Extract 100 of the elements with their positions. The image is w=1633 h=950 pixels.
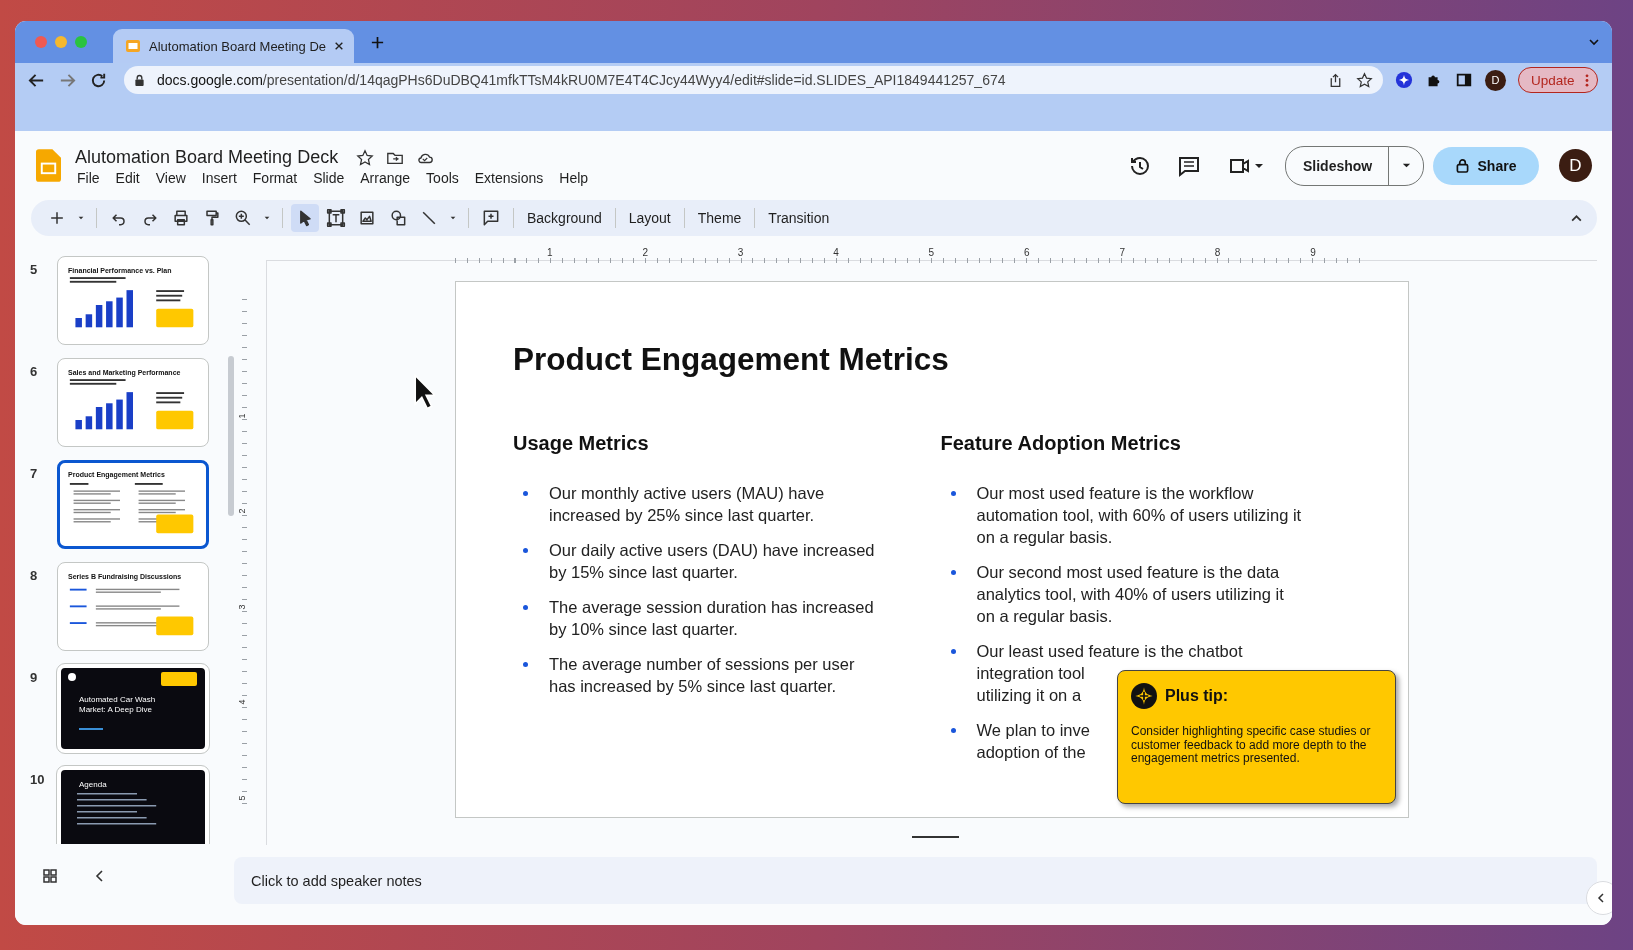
account-avatar[interactable]: D [1559,149,1592,182]
bullet-text-line: analytics tool, with 40% of users utilizing it [976,584,1284,605]
ruler-number: 5 [236,795,247,801]
bullet-text-line: Our least used feature is the chatbot [976,641,1243,662]
more-icon[interactable] [1584,73,1589,87]
menu-item[interactable]: Slide [313,170,345,186]
bullet-text-line: on a regular basis. [976,606,1113,627]
menu-item[interactable]: File [77,170,100,186]
ruler-number: 1 [546,247,554,258]
bullet-text-line: by 10% since last quarter. [549,619,738,640]
ruler-number: 3 [236,604,247,610]
side-panel-toggle-button[interactable] [1586,881,1612,915]
address-bar[interactable]: docs.google.com/presentation/d/14qagPHs6DuDBQ41mfkTTsM4kRU0M7E4T4CJcy44Wyy4/edit#slide=id.SLIDES_API1849441257_674 [124,66,1383,94]
profile-avatar[interactable]: D [1485,69,1506,91]
bullet-text-line: We plan to inve [976,720,1090,741]
new-tab-icon[interactable] [370,34,385,50]
bullet-text-line: Our daily active users (DAU) have increased [549,540,875,561]
close-icon[interactable] [334,41,344,51]
chevron-down-icon[interactable] [1588,36,1600,48]
ruler-number: 4 [832,247,840,258]
ruler-number: 1 [236,413,247,419]
browser-tab[interactable]: Alutomation Board Meeting De [113,29,354,63]
tab-title: Alutomation Board Meeting De [149,38,326,54]
document-title[interactable]: Alutomation Board Meeting Deck [75,147,339,168]
menu-item[interactable]: Edit [115,170,140,186]
bullet-dot [523,605,528,610]
column-heading: Usage Metrics [513,432,650,455]
printer-icon [171,208,191,228]
menu-item[interactable]: Arrange [360,170,411,186]
bullet-text-line: integration tool [976,663,1085,684]
update-button[interactable]: Update [1518,67,1598,93]
slide-title: Product Engagement Metrics [513,341,950,378]
bullet-text-line: on a regular basis. [976,527,1113,548]
bullet-text-line: has increased by 5% since last quarter. [549,676,837,697]
menu-item[interactable]: Format [252,170,298,186]
bullet-dot [950,570,956,575]
ruler-number: 5 [927,247,936,258]
mouse-pointer-icon [413,373,435,411]
bullet-dot [950,728,956,733]
ruler-number: 7 [1118,247,1126,258]
bullet-dot [950,491,956,496]
bullet-text-line: Our most used feature is the workflow [976,483,1254,504]
bullet-text-line: adoption of the [976,742,1086,763]
side-panel-icon[interactable] [1455,71,1473,89]
slide-number: 5 [30,261,39,277]
sparkle-icon [1131,683,1157,709]
bullet-text-line: automation tool, with 60% of users utilizing it [976,505,1302,526]
share-button[interactable]: Share [1433,146,1539,185]
tip-text: Consider highlighting specific case studies or customer feedback to add more depth to the engagement metrics presented. [1131,725,1372,766]
selected-tool-button[interactable] [291,204,319,232]
ruler-number: 4 [236,699,247,705]
bullet-text-line: by 15% since last quarter. [549,562,738,583]
url-text: docs.google.com/presentation/d/14qagPHs6DuDBQ41mfkTTsM4kRU0M7E4T4CJcy44Wyy4/edit#slide=id.SLIDES_API1849441257_674 [157,72,1006,88]
slide-number: 7 [30,465,39,481]
menu-item[interactable]: Insert [201,170,237,186]
chevron-left-icon [1595,892,1607,904]
slide-number: 8 [30,567,39,583]
menu-item[interactable]: Tools [426,170,459,186]
slide-number: 9 [30,669,39,685]
slide-number: 10 [30,771,46,787]
star-icon[interactable] [1356,71,1373,89]
grid-view-icon[interactable] [42,868,58,884]
resize-handle[interactable] [912,836,959,838]
lock-icon [1455,158,1469,173]
toolbar-text-button[interactable]: Background [522,206,607,230]
toolbar-text-button[interactable]: Transition [763,206,835,230]
bullet-text-line: increased by 25% since last quarter. [549,505,815,526]
menu-item[interactable]: View [155,170,186,186]
sparkle-icon[interactable] [1395,71,1413,89]
add-comment-icon [481,208,501,228]
slide-number: 6 [30,363,39,379]
image-icon [357,208,377,228]
menu-item[interactable]: Help [559,170,589,186]
ruler-number: 2 [641,247,649,258]
bullet-text-line: Our monthly active users (MAU) have [549,483,825,504]
slides-icon [125,38,141,54]
star-icon[interactable] [356,148,375,167]
ruler-number: 2 [236,508,247,514]
ruler-number: 3 [736,247,745,258]
column-heading: Feature Adoption Metrics [940,432,1182,455]
thumbnail-title: Automated Car Wash Market: A Deep Dive [78,695,157,715]
bullet-text-line: utilizing it on a [976,685,1082,706]
speaker-notes-field[interactable]: Click to add speaker notes [234,857,1597,904]
ruler-number: 8 [1213,247,1222,258]
toolbar-text-button[interactable]: Theme [692,206,747,230]
slide-thumbnail[interactable]: Automated Car Wash Market: A Deep Dive [57,664,209,753]
shapes-icon [388,208,408,228]
ruler-number: 9 [1309,247,1317,258]
bullet-text-line: The average session duration has increased [549,597,874,618]
menu-item[interactable]: Extensions [474,170,544,186]
thumbnail-title: Agenda [78,780,108,790]
tip-title: Plus tip: [1165,687,1229,705]
zoom-icon [233,208,253,228]
ruler-number: 6 [1023,247,1031,258]
toolbar-text-button[interactable]: Layout [623,206,676,230]
slide-thumbnail[interactable]: Agenda [57,766,209,844]
bullet-text-line: The average number of sessions per user [549,654,855,675]
bullet-dot [523,548,528,553]
lock-icon[interactable] [134,73,145,87]
bullet-dot [523,491,528,496]
